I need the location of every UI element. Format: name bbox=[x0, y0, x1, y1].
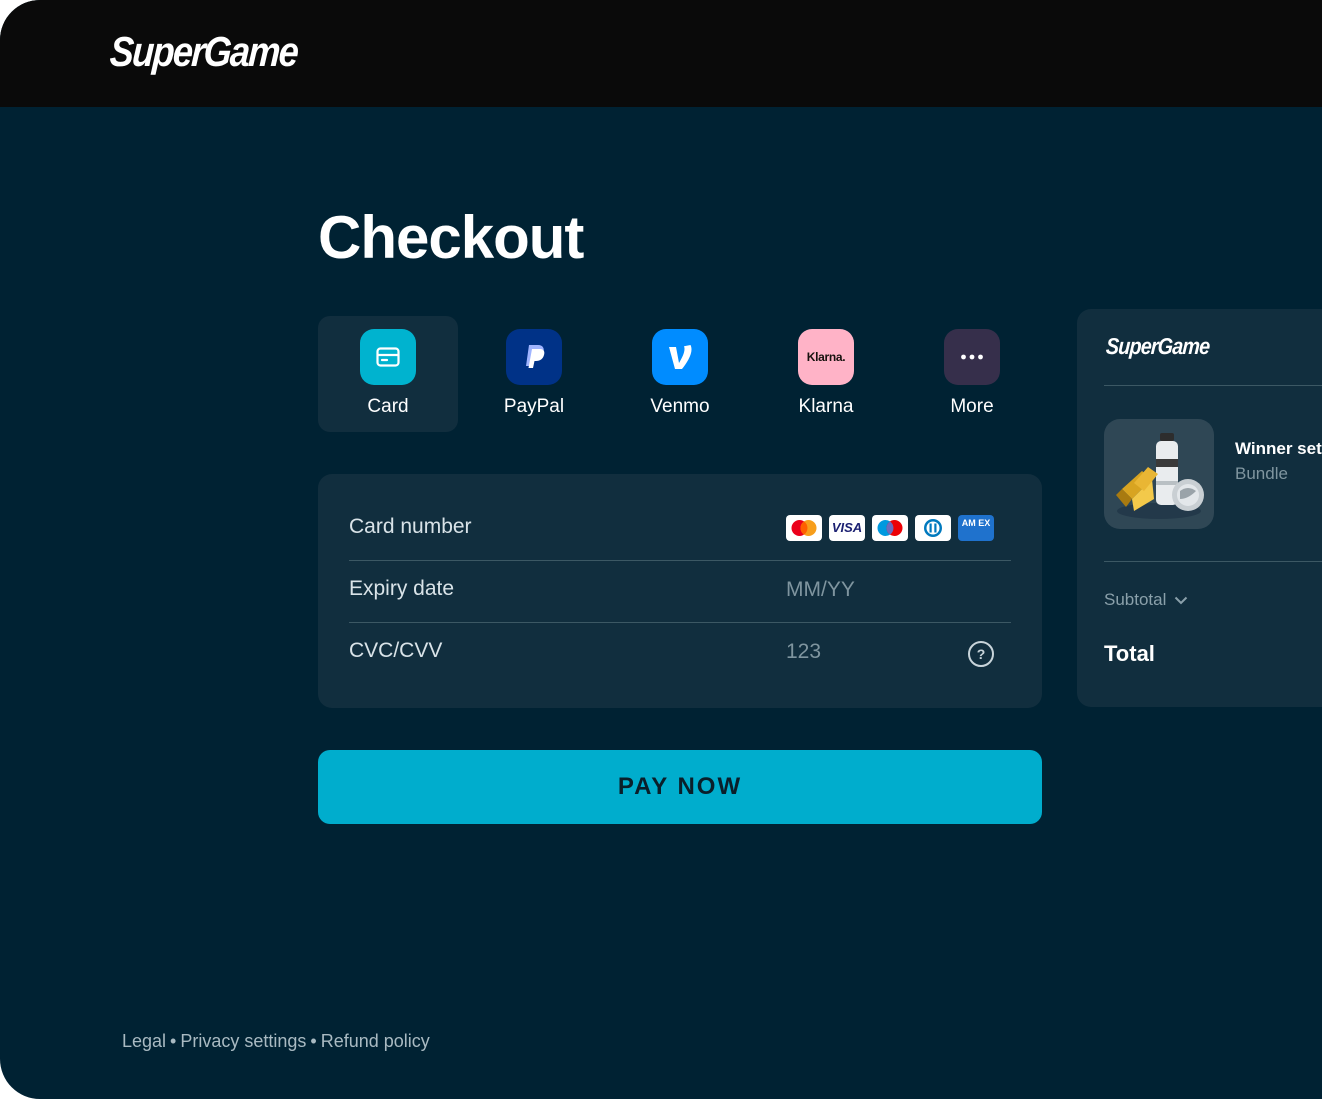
payment-method-tabs: Card PayPal Venmo Klarna. Klarna More bbox=[318, 316, 1048, 432]
footer-separator: • bbox=[310, 1031, 317, 1051]
payment-method-label: PayPal bbox=[503, 396, 565, 417]
pay-now-button[interactable]: PAY NOW bbox=[318, 750, 1042, 824]
summary-logo: SuperGame bbox=[1105, 333, 1211, 359]
card-number-label: Card number bbox=[349, 515, 472, 538]
cvc-input[interactable] bbox=[786, 634, 956, 670]
payment-method-more[interactable]: More bbox=[902, 316, 1042, 432]
help-icon[interactable]: ? bbox=[968, 641, 994, 667]
privacy-settings-link[interactable]: Privacy settings bbox=[180, 1031, 306, 1051]
card-icon bbox=[360, 329, 416, 385]
payment-method-label: Card bbox=[367, 396, 409, 417]
maestro-icon bbox=[872, 515, 908, 541]
summary-divider bbox=[1104, 561, 1322, 562]
total-label: Total bbox=[1104, 641, 1155, 666]
klarna-wordmark: Klarna. bbox=[806, 350, 846, 364]
footer-separator: • bbox=[170, 1031, 177, 1051]
amex-text: AM EX bbox=[961, 518, 991, 528]
payment-method-label: More bbox=[950, 396, 994, 417]
top-bar: SuperGame bbox=[0, 0, 1322, 107]
checkout-window: SuperGame Checkout Card PayPal Venmo Kla… bbox=[0, 0, 1322, 1099]
payment-method-label: Klarna bbox=[798, 396, 854, 417]
expiry-date-input[interactable] bbox=[786, 572, 956, 608]
product-thumbnail bbox=[1104, 419, 1214, 529]
product-name: Winner set bbox=[1235, 439, 1322, 458]
brand-logo[interactable]: SuperGame bbox=[109, 28, 299, 76]
expiry-date-row[interactable]: Expiry date bbox=[349, 560, 1011, 623]
subtotal-label: Subtotal bbox=[1104, 590, 1167, 609]
payment-method-paypal[interactable]: PayPal bbox=[464, 316, 604, 432]
paypal-icon bbox=[506, 329, 562, 385]
payment-method-label: Venmo bbox=[650, 396, 710, 417]
payment-method-venmo[interactable]: Venmo bbox=[610, 316, 750, 432]
klarna-icon: Klarna. bbox=[798, 329, 854, 385]
payment-method-card[interactable]: Card bbox=[318, 316, 458, 432]
refund-policy-link[interactable]: Refund policy bbox=[321, 1031, 430, 1051]
expiry-date-label: Expiry date bbox=[349, 577, 455, 600]
more-icon bbox=[944, 329, 1000, 385]
legal-link[interactable]: Legal bbox=[122, 1031, 166, 1051]
mastercard-icon bbox=[786, 515, 822, 541]
footer-links: Legal • Privacy settings • Refund policy bbox=[122, 1031, 430, 1052]
summary-divider bbox=[1104, 385, 1322, 386]
amex-icon: AM EX bbox=[958, 515, 994, 541]
cvc-row[interactable]: CVC/CVV ? bbox=[349, 622, 1011, 684]
cvc-label: CVC/CVV bbox=[349, 639, 443, 662]
visa-icon: VISA bbox=[829, 515, 865, 541]
payment-method-klarna[interactable]: Klarna. Klarna bbox=[756, 316, 896, 432]
venmo-icon bbox=[652, 329, 708, 385]
chevron-down-icon bbox=[1175, 596, 1188, 604]
order-summary: SuperGame Winner set Bundle Subtotal Tot… bbox=[1077, 309, 1322, 707]
card-number-row[interactable]: Card number VISA AM EX bbox=[349, 498, 1011, 561]
product-type: Bundle bbox=[1235, 464, 1288, 483]
visa-text: VISA bbox=[831, 520, 863, 535]
diners-icon bbox=[915, 515, 951, 541]
card-details-form: Card number VISA AM EX Expiry date MM/YY… bbox=[318, 474, 1042, 708]
page-title: Checkout bbox=[318, 204, 584, 271]
subtotal-toggle[interactable]: Subtotal bbox=[1104, 590, 1188, 610]
